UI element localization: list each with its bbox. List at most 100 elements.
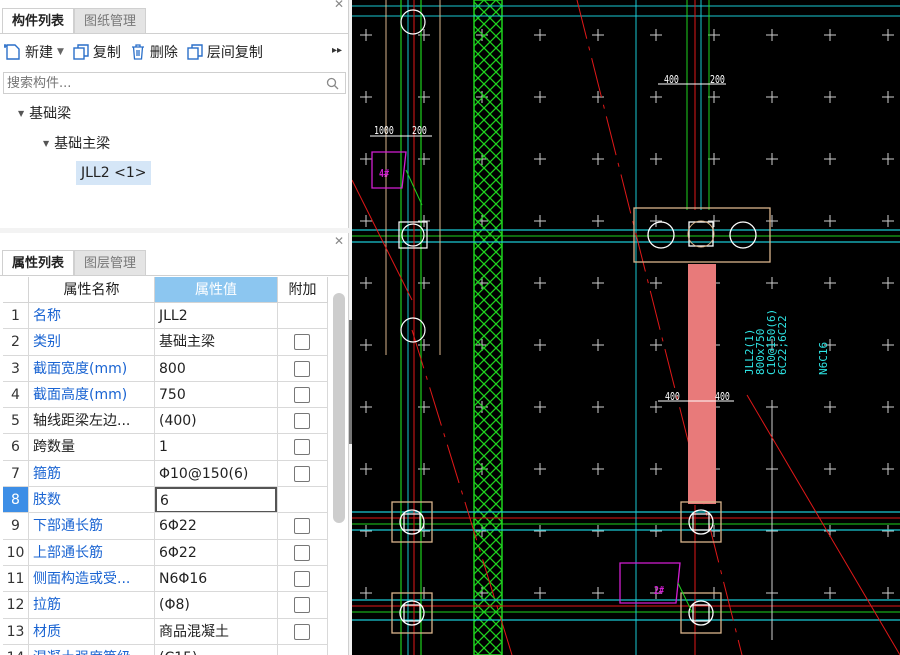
additional-checkbox[interactable] (294, 386, 310, 403)
additional-checkbox[interactable] (294, 334, 310, 351)
expand-arrow-icon[interactable]: ▼ (18, 109, 24, 118)
grid-cross (592, 215, 604, 227)
tag-box (619, 562, 681, 604)
additional-checkbox[interactable] (294, 597, 310, 614)
tree-item-jll2[interactable]: JLL2 <1> (76, 161, 152, 185)
property-value[interactable]: 6 (155, 487, 277, 513)
table-row[interactable]: 9 下部通长筋 6Φ22 (3, 513, 328, 540)
tab-layer-management[interactable]: 图层管理 (74, 250, 147, 276)
expand-arrow-icon[interactable]: ▼ (43, 139, 49, 148)
cad-drawing-canvas[interactable]: 400 200 1000 200 400 400 4# 2# JLL2(1) 8… (352, 0, 900, 655)
copy-button[interactable]: 复制 (72, 40, 121, 64)
grid-cross (418, 29, 430, 41)
tab-property-list[interactable]: 属性列表 (2, 250, 75, 276)
close-icon[interactable]: ✕ (334, 0, 344, 11)
table-row[interactable]: 13 材质 商品混凝土 (3, 618, 328, 645)
floor-copy-icon (187, 44, 203, 60)
tree-node-label: 基础主梁 (54, 136, 111, 152)
floor-copy-button[interactable]: 层间复制 (186, 40, 263, 64)
delete-button[interactable]: 删除 (129, 40, 178, 64)
additional-checkbox[interactable] (294, 623, 310, 640)
close-icon[interactable]: ✕ (334, 234, 344, 248)
left-panel: ✕ 构件列表 图纸管理 新建 ▼ 复制 删除 层间复制 ▸▸ 搜索构件... ▼… (0, 0, 352, 655)
cad-drawing[interactable] (352, 0, 900, 655)
grid-cross (418, 401, 430, 413)
grid-cross (824, 401, 836, 413)
table-row[interactable]: 3 截面宽度(mm) 800 (3, 355, 328, 382)
tree-node-foundation-beam[interactable]: ▼ 基础梁 (18, 103, 71, 123)
property-value[interactable]: 750 (155, 381, 278, 408)
table-row[interactable]: 1 名称 JLL2 (3, 303, 328, 330)
component-toolbar: 新建 ▼ 复制 删除 层间复制 ▸▸ (0, 38, 348, 66)
additional-checkbox[interactable] (294, 360, 310, 377)
grid-cross (418, 153, 430, 165)
search-icon[interactable] (326, 77, 339, 90)
table-row[interactable]: 12 拉筋 (Φ8) (3, 592, 328, 619)
grid-cross (592, 277, 604, 289)
dim-left-a: 1000 (374, 124, 394, 137)
vertical-scrollbar[interactable] (333, 293, 345, 523)
tab-divider (0, 33, 348, 34)
search-input[interactable] (4, 73, 304, 93)
grid-cross (766, 91, 778, 103)
dim-top-left: 400 (664, 73, 679, 86)
tab-component-list[interactable]: 构件列表 (2, 8, 75, 34)
row-index: 5 (3, 408, 29, 434)
tab-drawing-management[interactable]: 图纸管理 (74, 8, 147, 34)
table-row[interactable]: 10 上部通长筋 6Φ22 (3, 539, 328, 566)
dim-left-b: 200 (412, 124, 427, 137)
property-value[interactable]: 800 (155, 355, 278, 381)
pile-cap (391, 501, 433, 543)
grid-cross (824, 587, 836, 599)
property-value[interactable]: (C15) (155, 644, 278, 655)
grid-cross (882, 215, 894, 227)
property-name: 跨数量 (29, 434, 155, 460)
grid-cross (592, 339, 604, 351)
table-row[interactable]: 14混凝土强度等级(C15) (3, 644, 328, 655)
tree-node-main-beam[interactable]: ▼ 基础主梁 (43, 133, 110, 153)
property-value[interactable]: Φ10@150(6) (155, 460, 278, 487)
additional-checkbox[interactable] (294, 570, 310, 587)
table-row[interactable]: 4 截面高度(mm) 750 (3, 381, 328, 409)
property-value[interactable]: 基础主梁 (155, 329, 278, 355)
additional-checkbox[interactable] (294, 439, 310, 456)
property-value[interactable]: N6Φ16 (155, 565, 278, 592)
property-name: 类别 (29, 329, 155, 355)
tree-node-label: 基础梁 (29, 106, 72, 122)
property-value[interactable]: 6Φ22 (155, 539, 278, 565)
property-value[interactable]: (400) (155, 408, 278, 434)
property-value-editor[interactable]: 6 (155, 487, 278, 513)
more-icon[interactable]: ▸▸ (332, 45, 342, 56)
chevron-down-icon[interactable]: ▼ (57, 47, 64, 57)
table-row[interactable]: 8 肢数 6 (3, 487, 328, 514)
table-row[interactable]: 6 跨数量 1 (3, 434, 328, 461)
property-name: 轴线距梁左边... (29, 408, 155, 434)
property-value[interactable]: 6Φ22 (155, 513, 278, 539)
table-row[interactable]: 5 轴线距梁左边... (400) (3, 408, 328, 435)
table-row[interactable]: 11 侧面构造或受... N6Φ16 (3, 565, 328, 593)
additional-checkbox[interactable] (294, 518, 310, 535)
delete-label: 删除 (149, 45, 178, 61)
additional-checkbox[interactable] (294, 465, 310, 482)
grid-cross (360, 339, 372, 351)
property-value[interactable]: 1 (155, 434, 278, 460)
grid-cross (766, 153, 778, 165)
grid-cross (650, 525, 662, 537)
property-value[interactable]: 商品混凝土 (155, 618, 278, 644)
column-square (398, 221, 428, 249)
additional-checkbox[interactable] (294, 413, 310, 430)
additional-checkbox[interactable] (294, 544, 310, 561)
table-row[interactable]: 7 箍筋 Φ10@150(6) (3, 460, 328, 488)
new-button[interactable]: 新建 ▼ (4, 40, 64, 64)
row-index: 9 (3, 513, 29, 539)
table-row[interactable]: 2 类别 基础主梁 (3, 329, 328, 356)
grid-cross (534, 339, 546, 351)
grid-cross (882, 463, 894, 475)
row-index: 10 (3, 539, 29, 565)
property-name: 肢数 (29, 487, 155, 513)
property-value[interactable]: (Φ8) (155, 592, 278, 618)
grid-cross (882, 587, 894, 599)
property-value[interactable]: JLL2 (155, 303, 278, 329)
header-property-value: 属性值 (155, 277, 278, 302)
beam-annotation-4: 6C22;6C22 (776, 315, 789, 375)
